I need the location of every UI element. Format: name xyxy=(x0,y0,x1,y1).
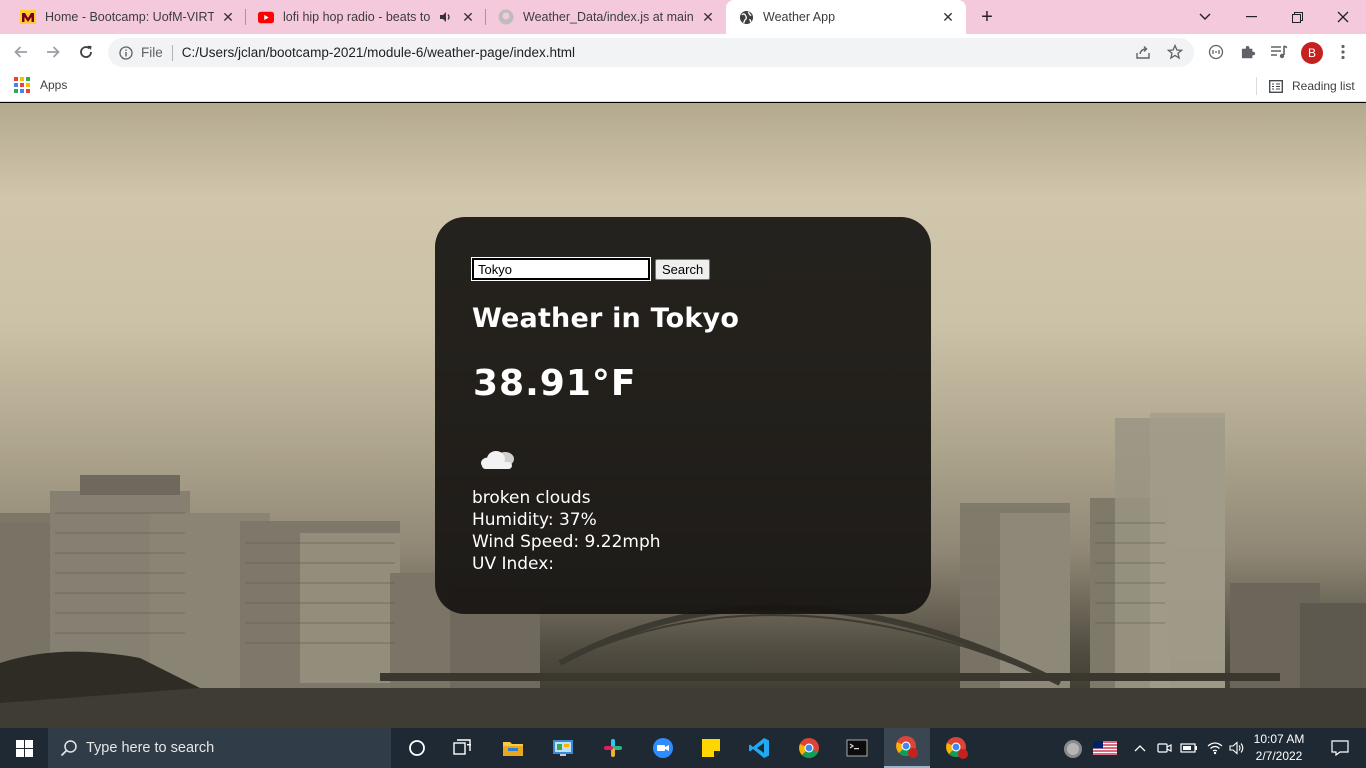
reading-list-button[interactable]: Reading list xyxy=(1256,77,1355,95)
close-tab-icon[interactable]: ✕ xyxy=(460,9,476,25)
windows-logo-icon xyxy=(15,739,33,757)
apps-grid-icon xyxy=(14,77,30,93)
reading-list-icon xyxy=(1269,79,1283,93)
tab-strip: Home - Bootcamp: UofM-VIRT-B ✕ lofi hip … xyxy=(0,0,1366,34)
windows-taskbar: Type here to search 10:07 AM 2/7/2022 xyxy=(0,728,1366,768)
terminal-icon[interactable] xyxy=(834,728,880,768)
cortana-icon[interactable] xyxy=(394,728,440,768)
broken-clouds-icon xyxy=(481,451,514,469)
extension-icon[interactable] xyxy=(1206,42,1226,62)
tab-weather-app[interactable]: Weather App ✕ xyxy=(726,0,966,34)
security-badge-icon[interactable] xyxy=(1058,728,1088,768)
weather-page: Search Weather in Tokyo 38.91°F broken c… xyxy=(0,103,1366,728)
sticky-notes-icon[interactable] xyxy=(688,728,734,768)
apps-label: Apps xyxy=(40,78,68,92)
more-menu-icon[interactable] xyxy=(1333,42,1353,62)
github-icon xyxy=(498,9,514,25)
chrome-profile-icon[interactable] xyxy=(884,728,930,768)
minimize-button[interactable] xyxy=(1228,0,1274,34)
control-panel-icon[interactable] xyxy=(540,728,586,768)
uv-index: UV Index: xyxy=(472,554,555,574)
close-tab-icon[interactable]: ✕ xyxy=(700,9,716,25)
file-explorer-icon[interactable] xyxy=(490,728,536,768)
search-row: Search xyxy=(471,257,711,281)
weather-card: Search Weather in Tokyo 38.91°F broken c… xyxy=(435,217,931,614)
battery-icon[interactable] xyxy=(1178,728,1200,768)
start-button[interactable] xyxy=(0,728,48,768)
bookmarks-divider xyxy=(1256,77,1257,95)
browser-toolbar: File C:/Users/jclan/bootcamp-2021/module… xyxy=(0,34,1366,70)
clock-time: 10:07 AM xyxy=(1253,732,1305,746)
tab-github[interactable]: Weather_Data/index.js at main · l ✕ xyxy=(486,0,726,34)
bookmark-star-icon[interactable] xyxy=(1166,43,1184,61)
language-flag-icon[interactable] xyxy=(1090,728,1120,768)
chrome-profile-icon[interactable] xyxy=(934,728,980,768)
tab-lofi[interactable]: lofi hip hop radio - beats to r ✕ xyxy=(246,0,486,34)
tab-bootcamp[interactable]: Home - Bootcamp: UofM-VIRT-B ✕ xyxy=(8,0,246,34)
forward-button[interactable] xyxy=(39,38,67,66)
chrome-icon[interactable] xyxy=(786,728,832,768)
wifi-icon[interactable] xyxy=(1204,728,1226,768)
back-button[interactable] xyxy=(7,38,35,66)
humidity: Humidity: 37% xyxy=(472,510,597,530)
temperature: 38.91°F xyxy=(473,363,637,404)
meet-now-icon[interactable] xyxy=(1154,728,1176,768)
extensions-puzzle-icon[interactable] xyxy=(1238,42,1258,62)
system-clock[interactable]: 10:07 AM 2/7/2022 xyxy=(1246,731,1312,765)
tab-title: Home - Bootcamp: UofM-VIRT-B xyxy=(45,10,214,24)
reading-list-label: Reading list xyxy=(1292,79,1355,93)
weather-description: broken clouds xyxy=(472,488,591,508)
volume-icon[interactable] xyxy=(1226,728,1248,768)
tab-title: lofi hip hop radio - beats to r xyxy=(283,10,432,24)
scheme-label: File xyxy=(141,45,163,60)
task-view-icon[interactable] xyxy=(440,728,486,768)
site-info-icon[interactable] xyxy=(119,45,133,60)
wind-speed: Wind Speed: 9.22mph xyxy=(472,532,661,552)
close-window-button[interactable] xyxy=(1320,0,1366,34)
address-bar[interactable]: File C:/Users/jclan/bootcamp-2021/module… xyxy=(108,38,1194,67)
vscode-icon[interactable] xyxy=(736,728,782,768)
tab-search-icon[interactable] xyxy=(1182,0,1228,34)
media-control-icon[interactable] xyxy=(1269,42,1289,62)
taskbar-search-placeholder: Type here to search xyxy=(86,740,215,756)
university-m-icon xyxy=(20,9,36,25)
bookmarks-bar: Apps Reading list xyxy=(0,70,1366,102)
tab-title: Weather_Data/index.js at main · l xyxy=(523,10,694,24)
reload-button[interactable] xyxy=(72,38,100,66)
url-text[interactable]: C:/Users/jclan/bootcamp-2021/module-6/we… xyxy=(182,45,575,60)
close-tab-icon[interactable]: ✕ xyxy=(940,9,956,25)
taskbar-search-box[interactable]: Type here to search xyxy=(48,728,391,768)
city-heading: Weather in Tokyo xyxy=(472,303,740,334)
search-icon xyxy=(60,739,78,757)
profile-avatar[interactable]: B xyxy=(1301,42,1323,64)
zoom-icon[interactable] xyxy=(640,728,686,768)
tab-title: Weather App xyxy=(763,10,836,24)
show-hidden-icons-chevron-icon[interactable] xyxy=(1130,728,1150,768)
new-tab-button[interactable]: + xyxy=(976,7,998,29)
youtube-icon xyxy=(258,9,274,25)
apps-shortcut[interactable]: Apps xyxy=(14,77,67,93)
share-icon[interactable] xyxy=(1134,43,1152,61)
globe-icon xyxy=(738,9,754,25)
close-tab-icon[interactable]: ✕ xyxy=(220,9,236,25)
search-button[interactable]: Search xyxy=(655,258,711,280)
slack-icon[interactable] xyxy=(590,728,636,768)
address-divider xyxy=(171,44,173,61)
notifications-icon[interactable] xyxy=(1320,728,1360,768)
city-search-input[interactable] xyxy=(471,257,651,281)
restore-button[interactable] xyxy=(1274,0,1320,34)
audio-playing-icon[interactable] xyxy=(438,9,454,25)
clock-date: 2/7/2022 xyxy=(1255,749,1303,763)
